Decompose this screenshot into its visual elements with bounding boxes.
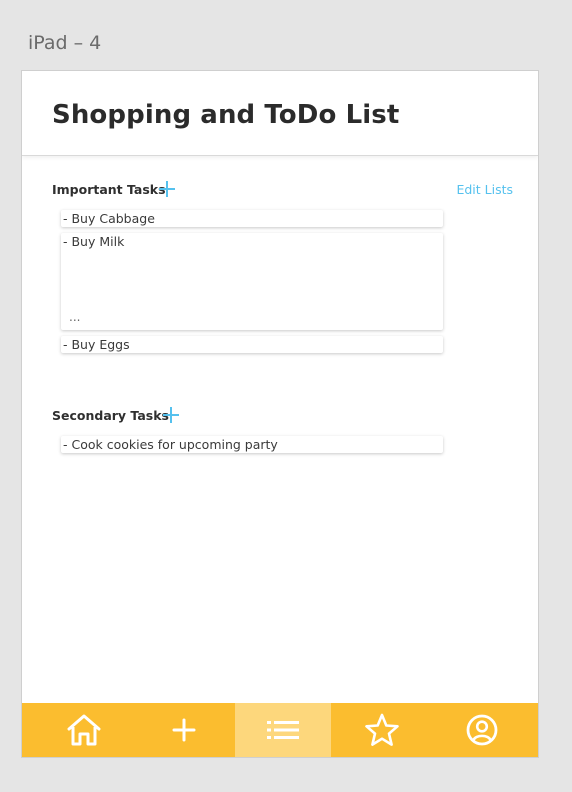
task-label: - Buy Eggs [63, 337, 130, 352]
user-icon [466, 714, 498, 746]
tab-favorites[interactable] [334, 703, 430, 757]
tab-add[interactable] [136, 703, 232, 757]
star-icon [365, 713, 399, 746]
add-important-task-button[interactable] [158, 180, 176, 198]
tab-profile[interactable] [434, 703, 530, 757]
plus-icon [172, 718, 196, 742]
page-title: Shopping and ToDo List [52, 100, 400, 130]
task-item-buy-eggs[interactable]: - Buy Eggs [61, 336, 443, 353]
tab-lists[interactable] [235, 703, 331, 757]
task-item-buy-cabbage[interactable]: - Buy Cabbage [61, 210, 443, 227]
tab-home[interactable] [36, 703, 132, 757]
task-label: - Buy Cabbage [63, 211, 155, 226]
task-item-cook-cookies[interactable]: - Cook cookies for upcoming party [61, 436, 443, 453]
secondary-tasks-title: Secondary Tasks [52, 408, 169, 423]
task-item-buy-milk[interactable]: - Buy Milk ... [61, 233, 443, 330]
artboard-label: iPad – 4 [28, 32, 102, 54]
tab-bar [22, 703, 538, 757]
task-label: - Cook cookies for upcoming party [63, 437, 278, 452]
home-icon [67, 714, 101, 746]
add-secondary-task-button[interactable] [162, 406, 180, 424]
header: Shopping and ToDo List [22, 71, 538, 156]
task-more-indicator: ... [69, 310, 81, 324]
important-tasks-title: Important Tasks [52, 182, 166, 197]
list-icon [267, 721, 299, 739]
task-label: - Buy Milk [63, 234, 125, 249]
edit-lists-link[interactable]: Edit Lists [456, 182, 513, 197]
ipad-frame: Shopping and ToDo List Important Tasks E… [22, 71, 538, 757]
